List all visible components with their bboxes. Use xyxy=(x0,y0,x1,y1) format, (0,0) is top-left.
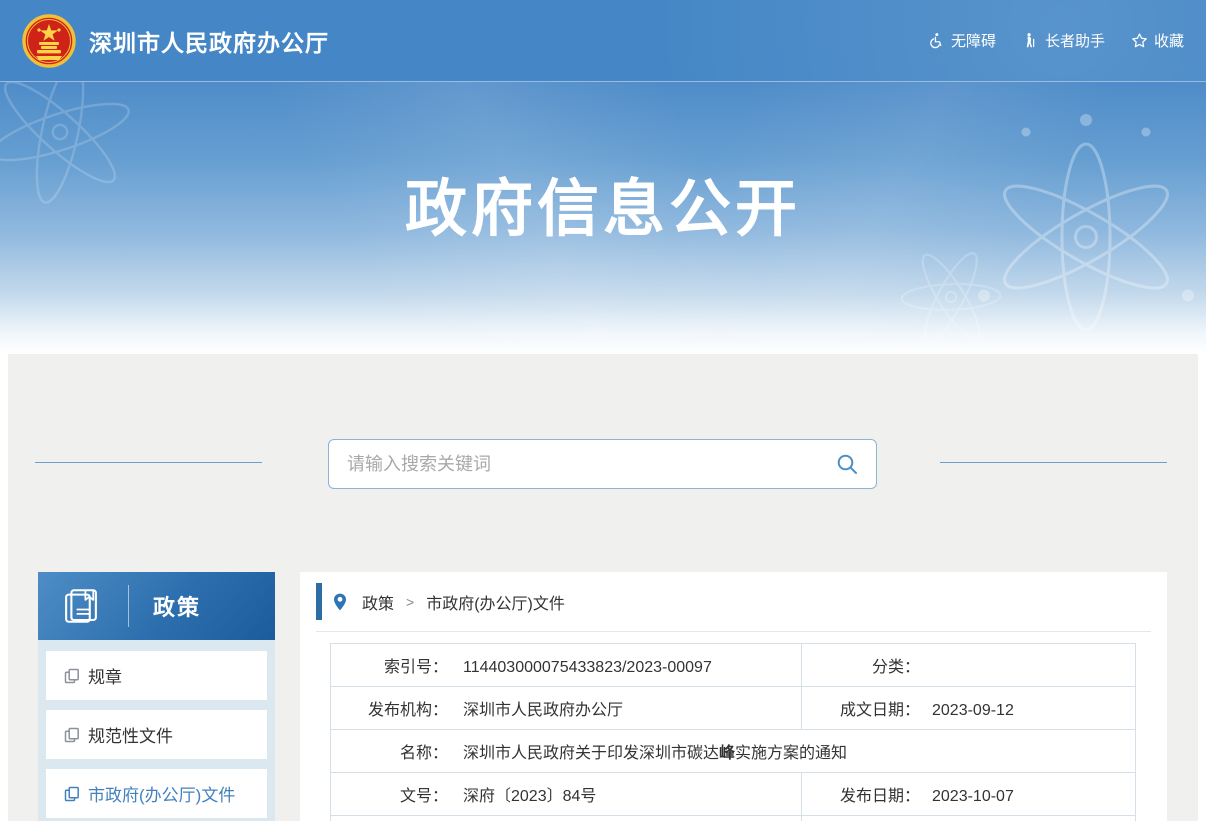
index-number-label: 索引号： xyxy=(331,653,448,677)
category-label: 分类： xyxy=(802,653,920,677)
document-info-table: 索引号： 114403000075433823/2023-00097 分类： 发布… xyxy=(330,643,1136,821)
table-row: 索引号： 114403000075433823/2023-00097 分类： xyxy=(331,644,1136,687)
decorative-line-left xyxy=(35,462,262,463)
publish-date-label: 发布日期： xyxy=(802,782,920,806)
document-name-label: 名称： xyxy=(331,739,448,763)
issuing-agency-label: 发布机构： xyxy=(331,696,448,720)
sidebar-menu: 规章 规范性文件 市政府(办公厅)文件 xyxy=(38,640,275,821)
table-row: 发布机构： 深圳市人民政府办公厅 成文日期： 2023-09-12 xyxy=(331,687,1136,730)
table-row: 名称： 深圳市人民政府关于印发深圳市碳达峰实施方案的通知 xyxy=(331,730,1136,773)
publish-date-value: 2023-10-07 xyxy=(932,788,1014,805)
accessibility-icon xyxy=(928,32,945,49)
favorite-link[interactable]: 收藏 xyxy=(1131,30,1184,51)
top-links: 无障碍 长者助手 收藏 xyxy=(928,30,1184,51)
search-box xyxy=(328,439,877,489)
document-name-post: 实施方案的通知 xyxy=(735,745,847,762)
document-icon xyxy=(64,786,80,802)
star-icon xyxy=(1131,32,1148,49)
sidebar-item-label: 市政府(办公厅)文件 xyxy=(88,781,235,806)
accessibility-label: 无障碍 xyxy=(951,30,996,51)
main-panel: 政策 > 市政府(办公厅)文件 索引号： 114403000075433823/2… xyxy=(300,572,1167,821)
search-input[interactable] xyxy=(329,440,876,488)
site-title: 深圳市人民政府办公厅 xyxy=(89,24,329,58)
location-pin-icon xyxy=(332,592,348,612)
sidebar-item-normative-documents[interactable]: 规范性文件 xyxy=(46,710,267,759)
search-section xyxy=(8,439,1198,489)
breadcrumb-accent-bar xyxy=(316,583,322,620)
table-row: 文号： 深府〔2023〕84号 发布日期： 2023-10-07 xyxy=(331,773,1136,816)
elder-helper-link[interactable]: 长者助手 xyxy=(1022,30,1105,51)
table-row-partial xyxy=(331,816,1136,821)
accessibility-link[interactable]: 无障碍 xyxy=(928,30,996,51)
sidebar: 政策 规章 规范性文件 xyxy=(38,572,275,821)
sidebar-header-label: 政策 xyxy=(153,590,201,622)
document-icon xyxy=(64,727,80,743)
sidebar-item-municipal-government-documents[interactable]: 市政府(办公厅)文件 xyxy=(46,769,267,818)
sidebar-header-divider xyxy=(128,585,129,627)
document-name-value: 深圳市人民政府关于印发深圳市碳达峰实施方案的通知 xyxy=(463,745,847,762)
book-icon xyxy=(60,585,102,627)
sidebar-item-label: 规章 xyxy=(88,663,122,688)
elder-helper-icon xyxy=(1022,32,1039,49)
document-icon xyxy=(64,668,80,684)
page-title: 政府信息公开 xyxy=(0,82,1206,248)
elder-helper-label: 长者助手 xyxy=(1045,30,1105,51)
breadcrumb-link-policy[interactable]: 政策 xyxy=(362,590,394,614)
written-date-value: 2023-09-12 xyxy=(932,702,1014,719)
issuing-agency-value: 深圳市人民政府办公厅 xyxy=(463,702,623,719)
favorite-label: 收藏 xyxy=(1154,30,1184,51)
top-header: 深圳市人民政府办公厅 无障碍 长者助手 收藏 xyxy=(0,0,1206,82)
document-name-pre: 深圳市人民政府关于印发深圳市碳达 xyxy=(463,745,719,762)
banner: 政府信息公开 xyxy=(0,82,1206,354)
national-emblem-logo xyxy=(22,14,76,68)
sidebar-item-regulations[interactable]: 规章 xyxy=(46,651,267,700)
index-number-value: 114403000075433823/2023-00097 xyxy=(463,659,712,676)
site-brand: 深圳市人民政府办公厅 xyxy=(22,14,329,68)
breadcrumb-link-current[interactable]: 市政府(办公厅)文件 xyxy=(426,590,565,614)
sidebar-item-label: 规范性文件 xyxy=(88,722,173,747)
breadcrumb: 政策 > 市政府(办公厅)文件 xyxy=(316,572,1151,632)
document-number-value: 深府〔2023〕84号 xyxy=(463,788,596,805)
written-date-label: 成文日期： xyxy=(802,696,920,720)
content-area: 政策 规章 规范性文件 xyxy=(8,354,1198,821)
decorative-line-right xyxy=(940,462,1167,463)
document-number-label: 文号： xyxy=(331,782,448,806)
search-icon[interactable] xyxy=(835,452,859,476)
document-name-highlight: 峰 xyxy=(719,745,735,762)
sidebar-header-policy[interactable]: 政策 xyxy=(38,572,275,640)
breadcrumb-separator: > xyxy=(406,594,414,610)
